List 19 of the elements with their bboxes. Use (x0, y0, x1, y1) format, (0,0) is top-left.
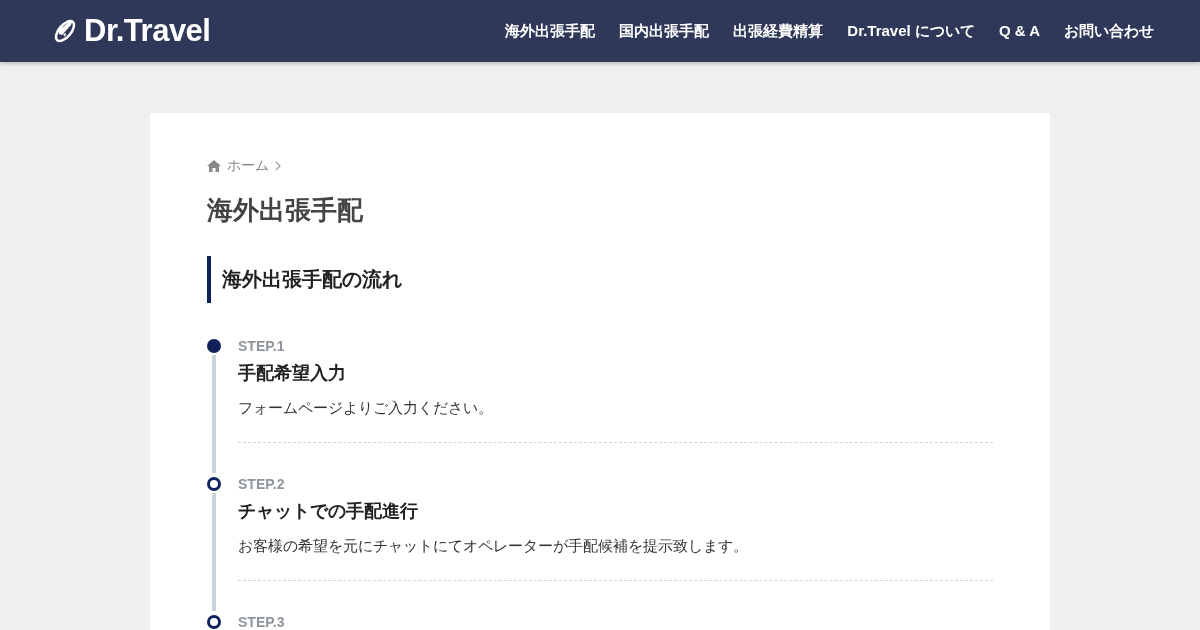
nav-link[interactable]: お問い合わせ (1064, 21, 1154, 41)
section-heading: 海外出張手配の流れ (207, 256, 993, 303)
nav-link[interactable]: Q & A (998, 21, 1040, 41)
step-number: STEP.2 (238, 477, 286, 491)
nav-link[interactable]: Dr.Travel について (847, 21, 975, 41)
chevron-right-icon (275, 161, 281, 171)
nav-link[interactable]: 海外出張手配 (505, 21, 596, 41)
step-title: チャットでの手配進行 (238, 499, 419, 523)
breadcrumb-link[interactable]: ホーム (227, 157, 269, 175)
step-number: STEP.3 (238, 615, 286, 629)
nav-link[interactable]: 出張経費精算 (733, 21, 824, 41)
step-description: フォームページよりご入力ください。 (238, 399, 993, 443)
nav-link[interactable]: 国内出張手配 (619, 21, 710, 41)
step-title: 手配希望入力 (238, 361, 347, 385)
home-icon (207, 160, 221, 172)
step-number: STEP.1 (238, 339, 286, 353)
page-title: 海外出張手配 (207, 194, 364, 227)
site-logo[interactable]: Dr.Travel (84, 13, 211, 49)
step-description: お客様の希望を元にチャットにてオペレーターが手配候補を提示致します。 (238, 537, 993, 581)
